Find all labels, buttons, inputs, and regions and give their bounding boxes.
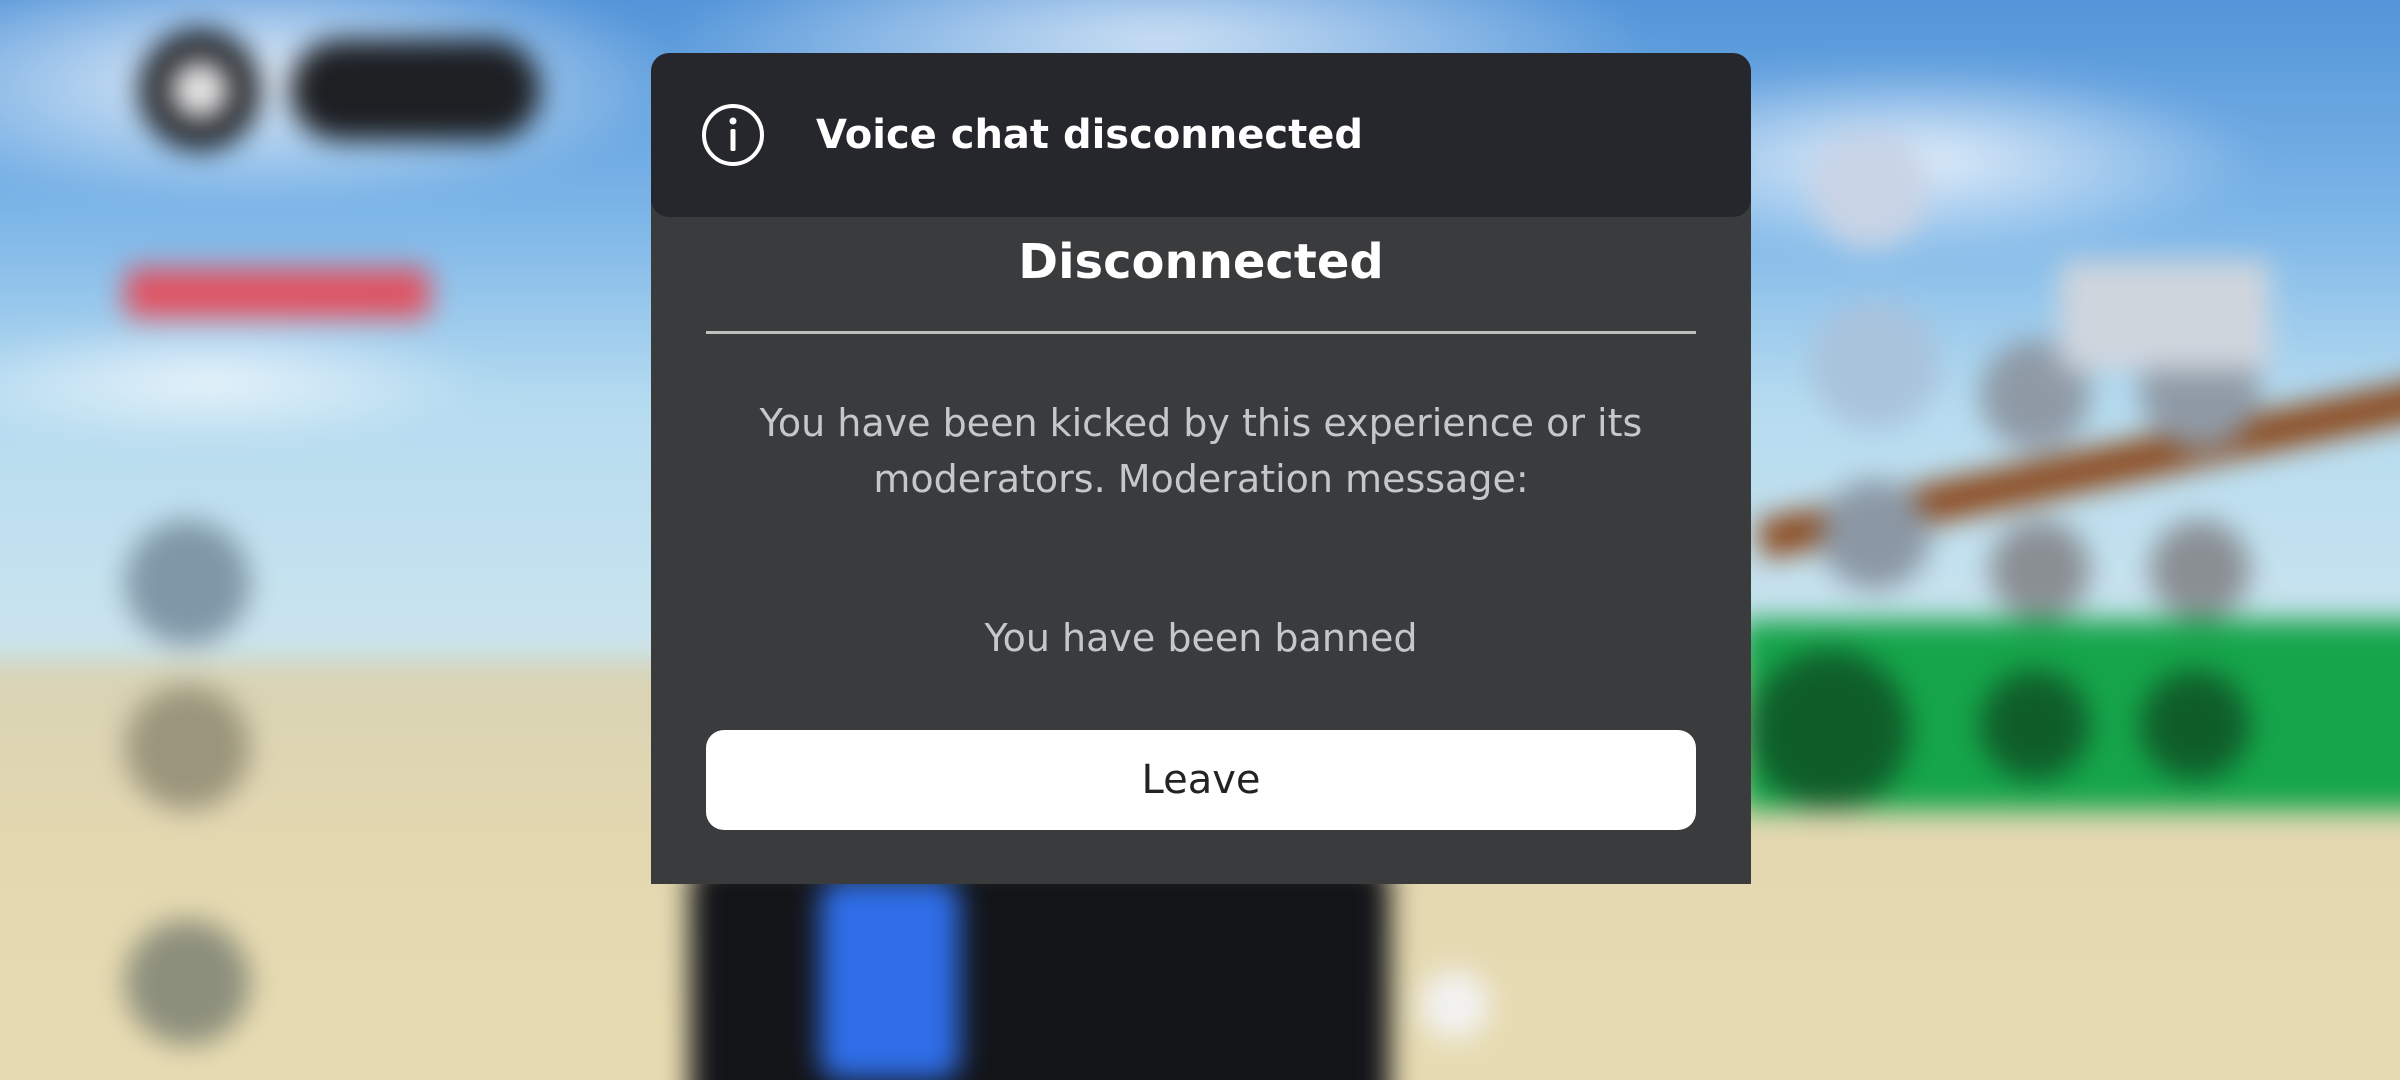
- moderation-reason: You have been banned: [984, 616, 1418, 660]
- side-button-blur: [125, 520, 250, 645]
- side-button-blur: [125, 920, 250, 1045]
- right-button-blur: [1990, 520, 2090, 620]
- sign-blur: [2060, 260, 2270, 370]
- player-avatar-blur: [690, 860, 1390, 1080]
- player-avatar-highlight-blur: [820, 880, 960, 1080]
- menu-icon-blur: [170, 60, 230, 120]
- green-button-blur: [2140, 670, 2250, 780]
- info-icon: [702, 104, 764, 166]
- dialog-message: You have been kicked by this experience …: [759, 401, 1643, 501]
- green-button-blur: [1980, 670, 2090, 780]
- leave-button[interactable]: Leave: [706, 730, 1696, 830]
- right-button-blur: [1810, 130, 1930, 250]
- right-button-blur: [1810, 300, 1940, 430]
- green-button-blur: [1750, 650, 1910, 810]
- avatar-accessory-blur: [1420, 970, 1490, 1040]
- right-button-blur: [1820, 480, 1930, 590]
- side-button-blur: [125, 685, 250, 810]
- disconnected-dialog: Disconnected You have been kicked by thi…: [651, 180, 1751, 884]
- right-button-blur: [2150, 520, 2250, 620]
- status-bar-blur: [125, 268, 430, 318]
- dialog-title: Disconnected: [1018, 234, 1384, 290]
- toast-message: Voice chat disconnected: [816, 112, 1363, 158]
- voice-chat-toast: Voice chat disconnected: [651, 53, 1751, 217]
- chat-toggle-blur: [290, 40, 540, 140]
- game-screen: Voice chat disconnected Disconnected You…: [0, 0, 2400, 1080]
- dialog-divider: [706, 331, 1696, 334]
